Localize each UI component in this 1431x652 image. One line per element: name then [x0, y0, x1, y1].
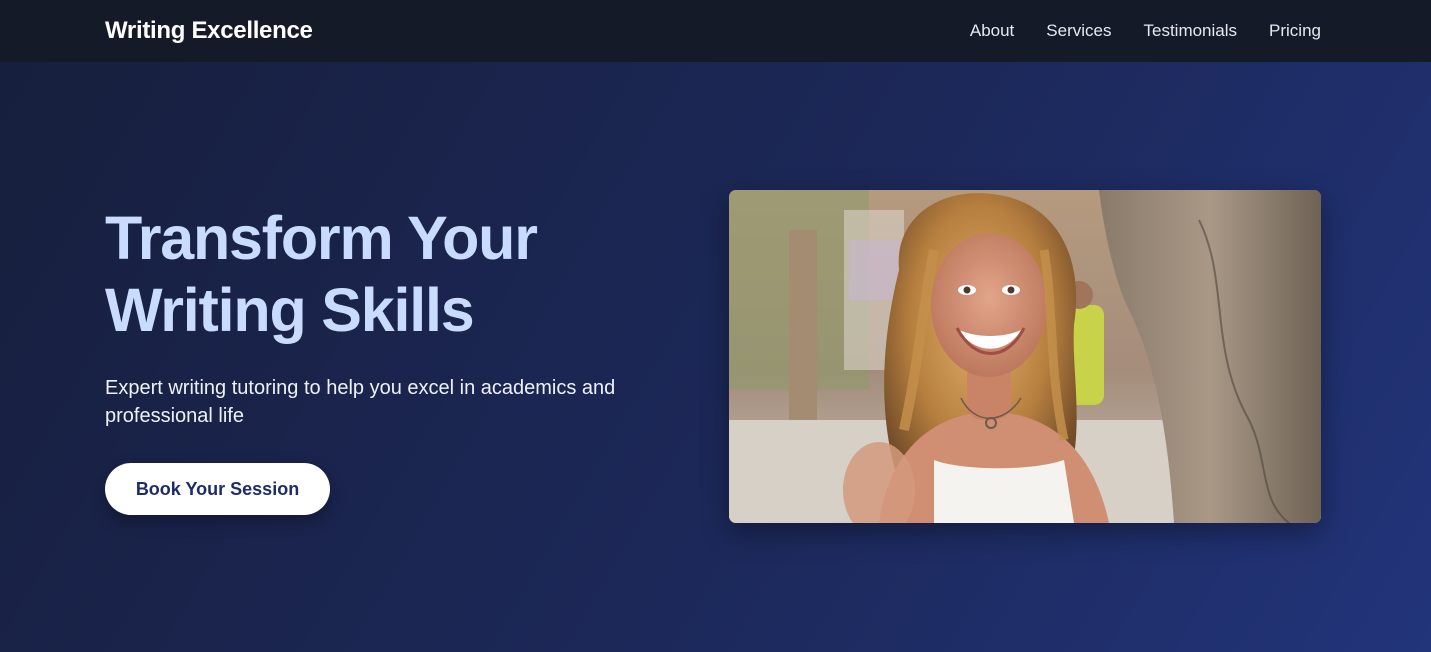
hero-title: Transform Your Writing Skills: [105, 202, 665, 346]
nav-link-testimonials[interactable]: Testimonials: [1143, 21, 1237, 41]
nav-link-services[interactable]: Services: [1046, 21, 1111, 41]
hero-title-line-2: Writing Skills: [105, 276, 475, 344]
brand-logo-text[interactable]: Writing Excellence: [105, 17, 313, 45]
hero-photo: [729, 190, 1321, 523]
hero-title-line-1: Transform Your: [105, 204, 538, 272]
top-navbar: Writing Excellence About Services Testim…: [0, 0, 1431, 62]
hero-section: Transform Your Writing Skills Expert wri…: [0, 62, 1431, 652]
nav-link-pricing[interactable]: Pricing: [1269, 21, 1321, 41]
nav-link-about[interactable]: About: [970, 21, 1014, 41]
hero-subtitle: Expert writing tutoring to help you exce…: [105, 377, 616, 427]
nav-links: About Services Testimonials Pricing: [970, 21, 1321, 41]
book-session-button[interactable]: Book Your Session: [105, 463, 330, 515]
